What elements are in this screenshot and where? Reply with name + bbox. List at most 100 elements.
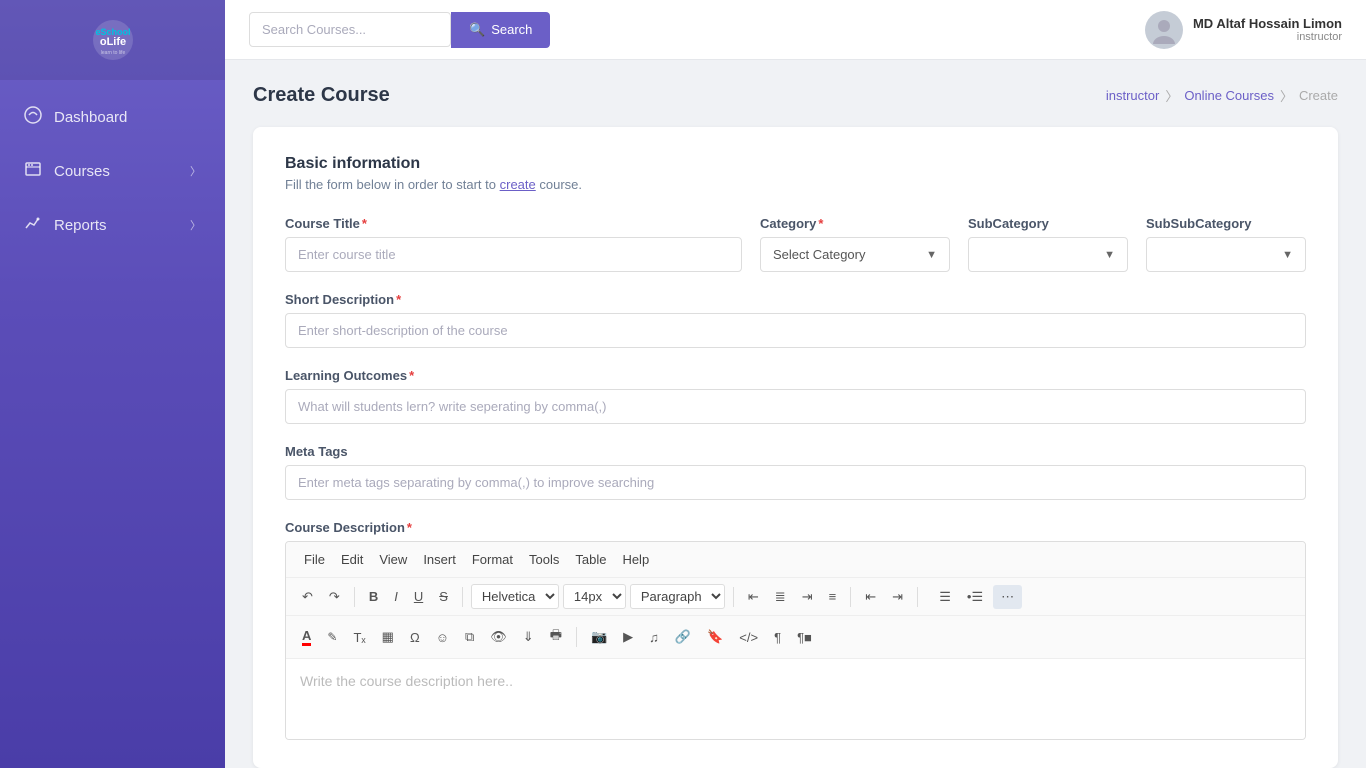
sidebar-item-reports[interactable]: Reports 〉 [0, 198, 225, 252]
toolbar-font-color[interactable]: A [296, 624, 317, 650]
editor-menu-tools[interactable]: Tools [521, 548, 567, 571]
toolbar-sep-6 [576, 627, 577, 647]
toolbar-bold[interactable]: B [363, 585, 384, 608]
editor-body[interactable]: Write the course description here.. [286, 659, 1305, 739]
sidebar-item-dashboard[interactable]: Dashboard [0, 90, 225, 144]
section-title: Basic information [285, 155, 1306, 173]
toolbar-indent[interactable]: ⇥ [886, 585, 909, 609]
content-area: Create Course instructor 〉 Online Course… [225, 60, 1366, 768]
toolbar-italic[interactable]: I [388, 585, 404, 608]
course-title-group: Course Title* [285, 216, 742, 272]
subsubcategory-dropdown[interactable]: ▼ [1146, 237, 1306, 272]
user-info: MD Altaf Hossain Limon instructor [1193, 16, 1342, 43]
subsubcategory-group: SubSubCategory ▼ [1146, 216, 1306, 272]
toolbar-align-right[interactable]: ⇥ [796, 585, 819, 609]
toolbar-more-button[interactable]: ⋯ [993, 585, 1022, 609]
toolbar-unordered-list[interactable]: •☰ [961, 585, 989, 609]
toolbar-special-char[interactable]: Ω [404, 626, 426, 649]
toolbar-align-left[interactable]: ⇤ [742, 585, 765, 609]
toolbar-show-blocks[interactable]: ¶■ [791, 626, 818, 649]
learning-outcomes-input[interactable] [285, 389, 1306, 424]
breadcrumb-instructor[interactable]: instructor [1106, 88, 1159, 103]
toolbar-outdent[interactable]: ⇤ [859, 585, 882, 609]
toolbar-sep-5 [917, 587, 918, 607]
course-title-required: * [362, 216, 367, 231]
toolbar-table-insert[interactable]: ▦ [376, 625, 400, 649]
svg-text:learn to life: learn to life [100, 50, 125, 56]
short-description-group: Short Description* [285, 292, 1306, 348]
user-role: instructor [1193, 31, 1342, 43]
logo-area: eSchool oLife learn to life [0, 0, 225, 80]
editor-menu-view[interactable]: View [371, 548, 415, 571]
sidebar: eSchool oLife learn to life Dashboard [0, 0, 225, 768]
short-description-label: Short Description* [285, 292, 1306, 307]
toolbar-ordered-list[interactable]: ☰ [926, 585, 957, 609]
toolbar-preview[interactable]: 👁 [484, 625, 513, 649]
toolbar-image[interactable]: 📷 [585, 625, 613, 649]
short-description-input[interactable] [285, 313, 1306, 348]
toolbar-code[interactable]: </> [733, 626, 764, 649]
search-button[interactable]: 🔍 Search [451, 12, 550, 48]
editor-container: File Edit View Insert Format Tools Table… [285, 541, 1306, 740]
subcategory-dropdown[interactable]: ▼ [968, 237, 1128, 272]
breadcrumb-sep-1: 〉 [1165, 86, 1178, 105]
breadcrumb-online-courses[interactable]: Online Courses [1184, 88, 1274, 103]
sidebar-item-courses[interactable]: Courses 〉 [0, 144, 225, 198]
breadcrumb-current: Create [1299, 88, 1338, 103]
toolbar-download[interactable]: ⇓ [517, 625, 540, 649]
toolbar-highlight[interactable]: ✎ [321, 626, 343, 648]
editor-menu-edit[interactable]: Edit [333, 548, 371, 571]
category-dropdown[interactable]: Select Category ▼ [760, 237, 950, 272]
editor-menu-format[interactable]: Format [464, 548, 521, 571]
toolbar-strikethrough[interactable]: S [433, 585, 454, 608]
page-title: Create Course [253, 84, 390, 107]
toolbar-clear-format[interactable]: Tₓ [347, 626, 371, 649]
toolbar-align-center[interactable]: ≣ [769, 585, 792, 609]
toolbar-video[interactable]: ▶ [617, 625, 639, 649]
svg-text:oLife: oLife [99, 36, 125, 48]
outcomes-required: * [409, 368, 414, 383]
editor-toolbar-2: A ✎ Tₓ ▦ Ω ☺ ⧉ 👁 ⇓ 🖶 📷 ▶ ♫ � [286, 616, 1305, 659]
toolbar-fullscreen[interactable]: ⧉ [459, 625, 480, 649]
editor-menu-insert[interactable]: Insert [415, 548, 464, 571]
editor-toolbar: ↶ ↷ B I U S Helvetica 14px [286, 578, 1305, 616]
section-desc-link[interactable]: create [500, 177, 536, 192]
editor-menu-help[interactable]: Help [614, 548, 657, 571]
toolbar-size-select[interactable]: 14px [563, 584, 626, 609]
toolbar-emoji[interactable]: ☺ [430, 626, 455, 649]
category-label: Category* [760, 216, 950, 231]
toolbar-undo[interactable]: ↶ [296, 585, 319, 609]
toolbar-font-select[interactable]: Helvetica [471, 584, 559, 609]
subcategory-label: SubCategory [968, 216, 1128, 231]
toolbar-audio[interactable]: ♫ [643, 626, 665, 649]
learning-outcomes-group: Learning Outcomes* [285, 368, 1306, 424]
category-group: Category* Select Category ▼ [760, 216, 950, 272]
search-icon: 🔍 [469, 22, 485, 38]
toolbar-paragraph-mark[interactable]: ¶ [768, 626, 787, 649]
toolbar-bookmark[interactable]: 🔖 [701, 625, 729, 649]
editor-menu-file[interactable]: File [296, 548, 333, 571]
section-desc: Fill the form below in order to start to… [285, 177, 1306, 192]
logo-icon: eSchool oLife learn to life [91, 18, 135, 62]
toolbar-redo[interactable]: ↷ [323, 585, 346, 609]
sidebar-item-dashboard-label: Dashboard [54, 109, 127, 126]
search-input[interactable] [249, 12, 451, 47]
subsubcategory-dropdown-arrow: ▼ [1282, 249, 1293, 261]
topbar: 🔍 Search MD Altaf Hossain Limon instruct… [225, 0, 1366, 60]
toolbar-paragraph-select[interactable]: Paragraph [630, 584, 725, 609]
meta-tags-group: Meta Tags [285, 444, 1306, 500]
create-course-card: Basic information Fill the form below in… [253, 127, 1338, 768]
toolbar-underline[interactable]: U [408, 585, 429, 608]
category-required: * [818, 216, 823, 231]
course-title-input[interactable] [285, 237, 742, 272]
toolbar-link[interactable]: 🔗 [669, 625, 697, 649]
short-desc-required: * [396, 292, 401, 307]
search-area: 🔍 Search [249, 12, 550, 48]
dashboard-icon [24, 106, 42, 128]
editor-menu-table[interactable]: Table [567, 548, 614, 571]
sidebar-item-courses-label: Courses [54, 163, 110, 180]
toolbar-print[interactable]: 🖶 [544, 622, 568, 652]
meta-tags-input[interactable] [285, 465, 1306, 500]
course-title-label: Course Title* [285, 216, 742, 231]
toolbar-align-justify[interactable]: ≡ [823, 585, 843, 608]
